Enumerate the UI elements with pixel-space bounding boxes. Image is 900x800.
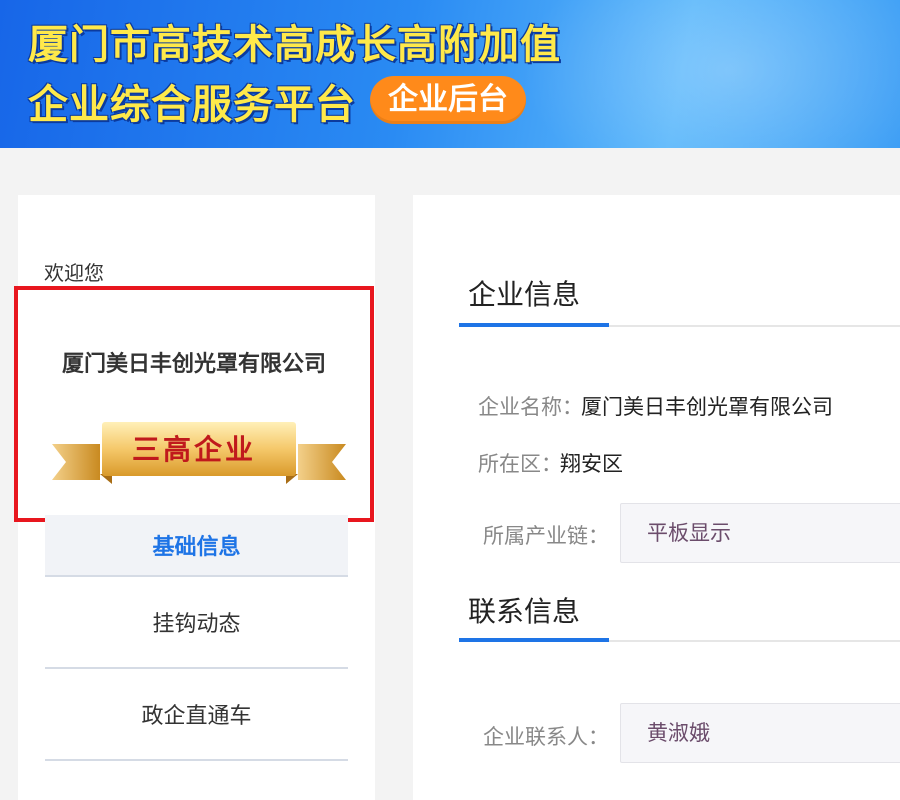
- contact-info-title: 联系信息: [468, 595, 581, 628]
- platform-title-line1: 厦门市高技术高成长高附加值: [28, 22, 561, 68]
- welcome-text: 欢迎您: [44, 261, 104, 285]
- industry-chain-label: 所属产业链：: [483, 524, 609, 548]
- backend-badge: 企业后台: [370, 76, 526, 124]
- contact-person-label: 企业联系人：: [483, 725, 609, 749]
- platform-title-line2: 企业综合服务平台: [28, 82, 356, 128]
- sidebar-item-basic-info[interactable]: 基础信息: [45, 515, 348, 577]
- company-name: 厦门美日丰创光罩有限公司: [61, 352, 326, 377]
- district-label: 所在区：: [478, 452, 562, 476]
- contact-info-divider: [459, 638, 900, 642]
- contact-person-field[interactable]: 黄淑娥: [620, 703, 900, 763]
- district-value: 翔安区: [560, 452, 623, 476]
- industry-chain-field[interactable]: 平板显示: [620, 503, 900, 563]
- three-high-badge: 三高企业: [131, 433, 256, 466]
- main-content: 企业信息 企业名称： 厦门美日丰创光罩有限公司 所在区： 翔安区 所属产业链： …: [413, 195, 900, 800]
- company-info-divider: [459, 323, 900, 327]
- sidebar-menu: 基础信息 挂钩动态 政企直通车: [45, 515, 348, 761]
- sidebar-item-hook-updates[interactable]: 挂钩动态: [45, 577, 348, 669]
- company-name-value: 厦门美日丰创光罩有限公司: [581, 395, 833, 419]
- company-name-label: 企业名称：: [478, 395, 583, 419]
- sidebar-item-gov-direct[interactable]: 政企直通车: [45, 669, 348, 761]
- company-card: 厦门美日丰创光罩有限公司 三高企业: [14, 286, 374, 522]
- sidebar: 欢迎您 厦门美日丰创光罩有限公司 三高企业 基础信息 挂钩动态 政企直通车: [14, 195, 375, 800]
- header-banner: 厦门市高技术高成长高附加值 企业综合服务平台 企业后台: [0, 0, 900, 148]
- company-info-title: 企业信息: [468, 278, 581, 311]
